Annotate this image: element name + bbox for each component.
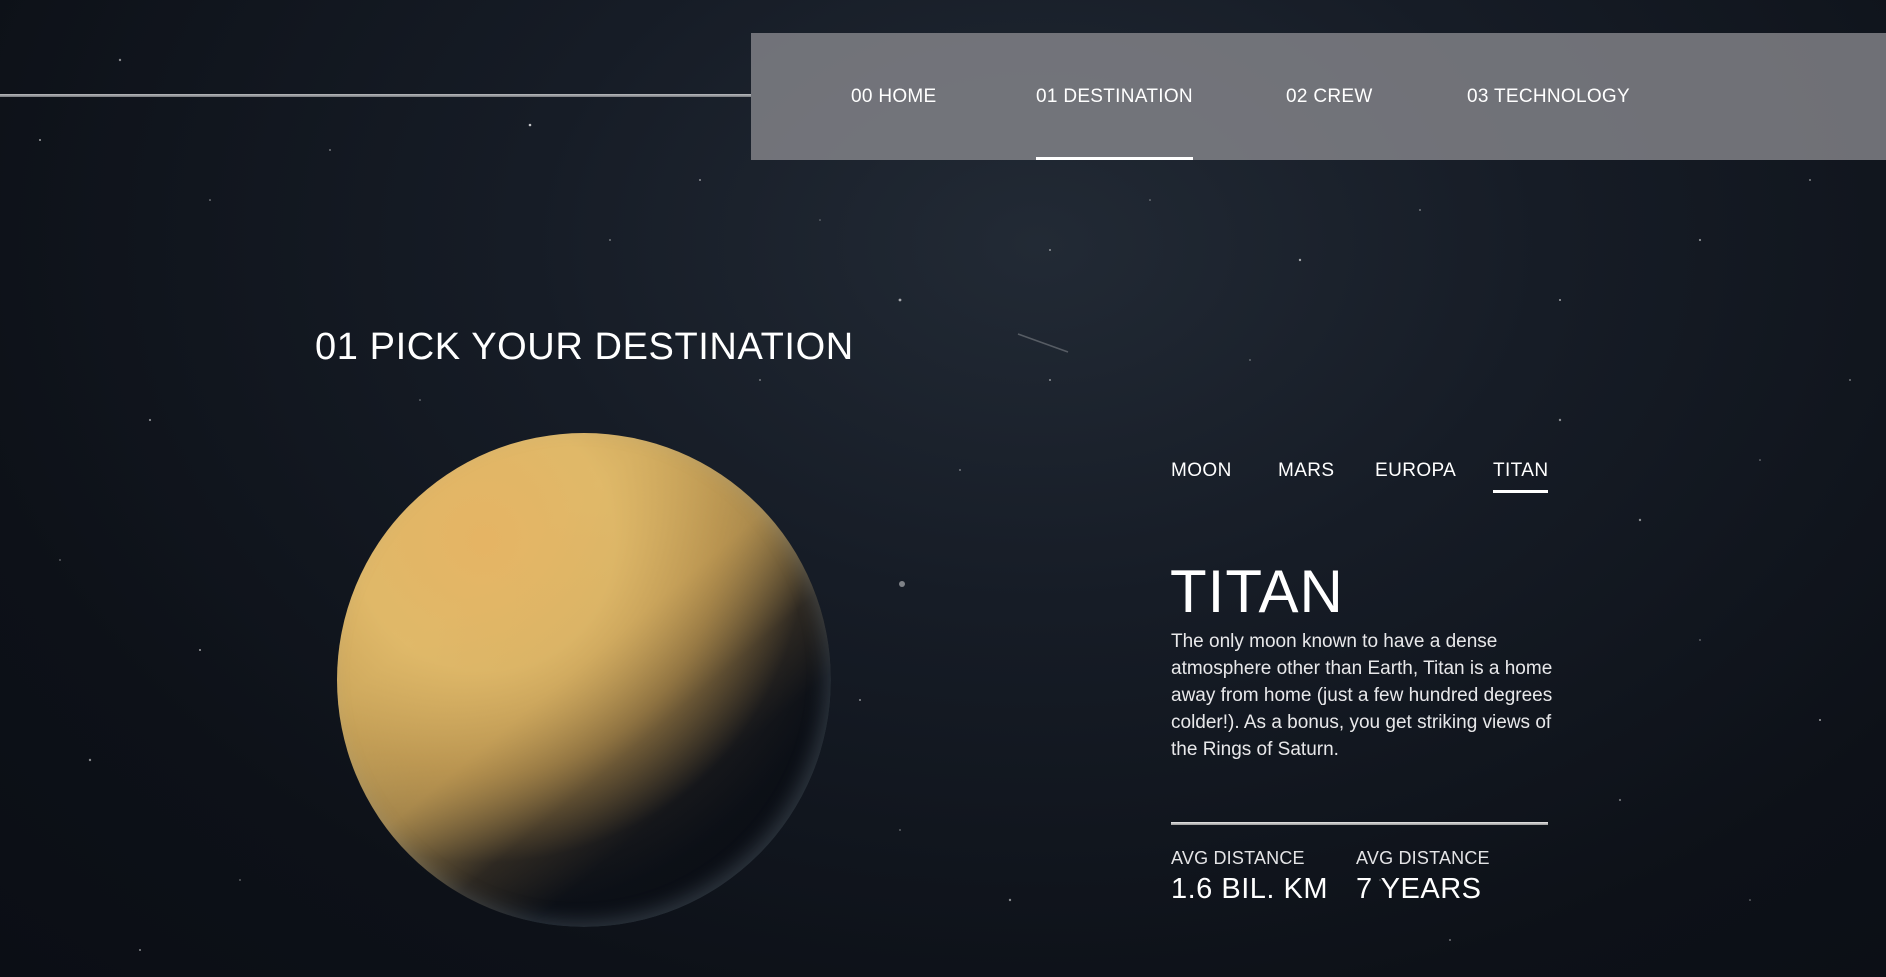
nav-item-crew[interactable]: 02 CREW <box>1286 33 1373 160</box>
nav-item-home[interactable]: 00 HOME <box>851 33 937 160</box>
nav-item-destination[interactable]: 01 DESTINATION <box>1036 33 1193 160</box>
tab-moon[interactable]: MOON <box>1171 460 1232 492</box>
nav-item-technology[interactable]: 03 TECHNOLOGY <box>1467 33 1630 160</box>
page-title: 01 PICK YOUR DESTINATION <box>315 326 854 368</box>
tab-titan[interactable]: TITAN <box>1493 460 1549 493</box>
main-navigation: 00 HOME 01 DESTINATION 02 CREW 03 TECHNO… <box>751 33 1886 160</box>
destination-description: The only moon known to have a dense atmo… <box>1171 631 1553 760</box>
stats-divider <box>1171 822 1548 825</box>
header-divider-line <box>0 94 751 97</box>
tab-mars[interactable]: MARS <box>1278 460 1335 492</box>
destination-name: TITAN <box>1170 558 1344 625</box>
stat-label: AVG DISTANCE <box>1356 848 1490 868</box>
stat-distance: AVG DISTANCE 1.6 BIL. KM <box>1171 848 1328 906</box>
titan-planet-image <box>337 433 831 927</box>
stat-value: 1.6 BIL. KM <box>1171 873 1329 905</box>
stat-travel-time: AVG DISTANCE 7 YEARS <box>1356 848 1490 906</box>
tab-europa[interactable]: EUROPA <box>1375 460 1456 492</box>
stat-label: AVG DISTANCE <box>1171 848 1305 868</box>
stat-value: 7 YEARS <box>1356 873 1482 905</box>
